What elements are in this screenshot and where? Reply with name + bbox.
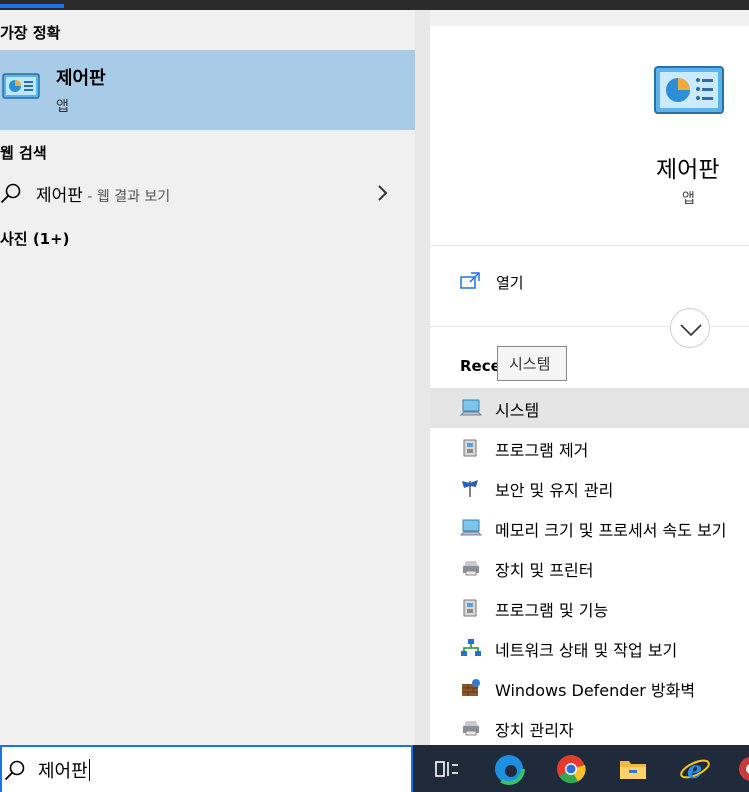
edge-icon[interactable] [493, 753, 525, 785]
open-icon [460, 272, 480, 294]
recent-item-device-manager[interactable]: 장치 관리자 [430, 708, 749, 748]
printer-icon [460, 718, 482, 742]
expand-button[interactable] [670, 308, 710, 348]
chevron-down-icon [680, 324, 702, 337]
system-icon [459, 518, 483, 542]
file-explorer-icon[interactable] [617, 753, 649, 785]
best-match-type: 앱 [56, 99, 69, 115]
printer-icon [460, 558, 482, 582]
best-match-item[interactable]: 제어판 앱 [0, 50, 415, 130]
open-label: 열기 [496, 274, 524, 292]
web-result-item[interactable]: 제어판 - 웹 결과 보기 [0, 176, 415, 212]
search-box[interactable]: 제어판 [0, 745, 413, 792]
search-icon [4, 760, 26, 786]
recent-item-label: 네트워크 상태 및 작업 보기 [495, 641, 678, 660]
recent-heading: Rece [460, 357, 501, 375]
programs-icon [460, 598, 482, 622]
detail-type: 앱 [682, 191, 695, 207]
web-result-query: 제어판 [36, 186, 83, 206]
control-panel-large-icon [654, 66, 724, 120]
recent-item-label: Windows Defender 방화벽 [495, 681, 696, 700]
recent-item-devices[interactable]: 장치 및 프린터 [430, 548, 749, 588]
active-tab-indicator [0, 4, 64, 8]
open-action[interactable]: 열기 [430, 262, 749, 302]
recent-item-label: 메모리 크기 및 프로세서 속도 보기 [495, 521, 727, 540]
detail-title: 제어판 [656, 157, 720, 183]
recent-item-label: 프로그램 및 기능 [495, 601, 609, 620]
best-match-heading: 가장 정확 [0, 24, 61, 42]
chevron-right-icon [376, 184, 390, 206]
svg-text:e: e [687, 755, 702, 784]
recent-item-security[interactable]: 보안 및 유지 관리 [430, 468, 749, 508]
network-icon [460, 638, 482, 662]
flag-icon [460, 478, 482, 502]
chrome-icon[interactable] [555, 753, 587, 785]
firewall-icon [460, 678, 482, 702]
search-icon [0, 183, 22, 209]
taskbar: e [413, 745, 749, 792]
results-pane: 가장 정확 제어판 앱 웹 검색 제어판 - 웹 결과 보기 사진 (1+) [0, 10, 415, 745]
photos-heading: 사진 (1+) [0, 230, 70, 248]
tooltip: 시스템 [497, 346, 567, 381]
text-caret [88, 759, 90, 781]
best-match-name: 제어판 [56, 68, 106, 89]
detail-header: 제어판 앱 [430, 26, 749, 246]
search-input[interactable]: 제어판 [38, 757, 90, 783]
search-input-value: 제어판 [38, 761, 88, 782]
web-search-heading: 웹 검색 [0, 144, 47, 162]
recent-item-label: 시스템 [495, 401, 540, 420]
system-icon [459, 398, 483, 422]
recent-item-label: 장치 관리자 [495, 721, 574, 740]
app-icon[interactable] [735, 753, 749, 785]
ie-icon[interactable]: e [679, 753, 711, 785]
programs-icon [460, 438, 482, 462]
recent-item-memory[interactable]: 메모리 크기 및 프로세서 속도 보기 [430, 508, 749, 548]
task-view-icon[interactable] [431, 753, 463, 785]
recent-list: 시스템 프로그램 제거 보안 및 유지 관리 메모리 크기 및 프로세서 속도 … [430, 388, 749, 748]
recent-item-firewall[interactable]: Windows Defender 방화벽 [430, 668, 749, 708]
recent-item-label: 장치 및 프린터 [495, 561, 594, 580]
control-panel-icon [2, 72, 40, 106]
recent-item-label: 프로그램 제거 [495, 441, 589, 460]
recent-item-system[interactable]: 시스템 [430, 388, 749, 428]
web-result-hint: - 웹 결과 보기 [82, 189, 171, 205]
recent-item-programs[interactable]: 프로그램 및 기능 [430, 588, 749, 628]
recent-item-label: 보안 및 유지 관리 [495, 481, 614, 500]
recent-item-network[interactable]: 네트워크 상태 및 작업 보기 [430, 628, 749, 668]
top-bar [0, 0, 749, 10]
pane-gap [415, 10, 430, 745]
recent-item-uninstall[interactable]: 프로그램 제거 [430, 428, 749, 468]
